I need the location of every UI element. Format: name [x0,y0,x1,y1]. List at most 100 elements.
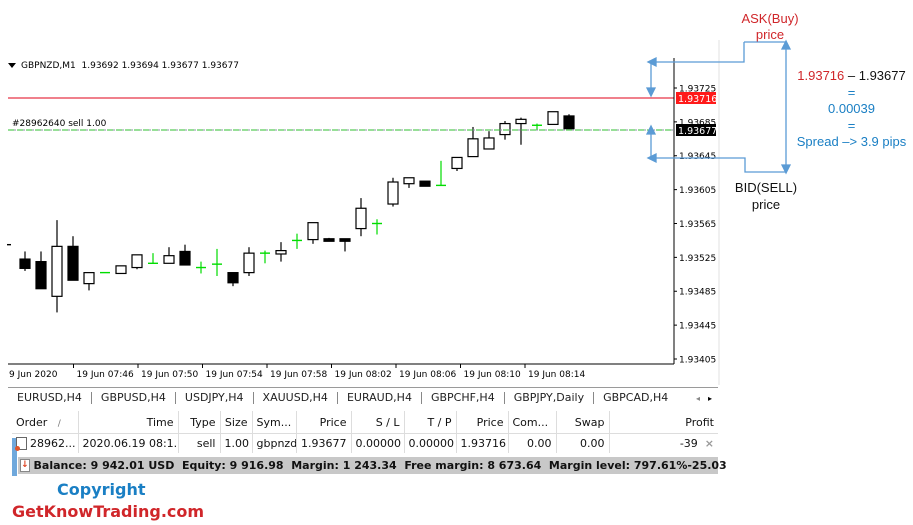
tab-scroll-right-icon[interactable]: ▸ [708,394,712,403]
candle-body-bull [355,207,367,230]
col-order[interactable]: Order / [12,411,79,434]
account-summary-text: Balance: 9 942.01 USD Equity: 9 916.98 M… [33,459,688,472]
spread-formula: 1.93716 – 1.93677 = 0.00039 = Spread –> … [790,68,913,149]
y-tick-label: 1.93645 [679,152,716,162]
candle [387,177,399,207]
col-type[interactable]: Type [178,411,221,434]
dropdown-triangle-icon[interactable] [8,63,16,68]
bid-title: BID(SELL) [734,180,798,195]
candle-body-bear [339,238,351,242]
col-symbol[interactable]: Sym... [252,411,297,434]
candle [131,254,143,270]
tab-scroll-left-icon[interactable]: ◂ [696,394,700,403]
y-tick-label: 1.93445 [679,322,716,332]
cell-size: 1.00 [220,433,253,453]
close-order-icon[interactable]: × [705,437,714,450]
x-tick-label: 19 Jun 07:50 [141,370,198,380]
col-swap[interactable]: Swap [556,411,610,434]
y-tick-label: 1.93485 [679,288,716,298]
chart-tabs: EURUSD,H4 GBPUSD,H4 USDJPY,H4 XAUUSD,H4 … [8,387,718,408]
cell-time: 2020.06.19 08:1... [78,433,179,453]
candle-body-bull [515,118,527,125]
candle-body-bull [51,245,63,297]
col-commission[interactable]: Com... [508,411,557,434]
candle [163,247,175,264]
candle [292,233,302,249]
candle-body-bear [35,261,47,290]
cell-type: sell [178,433,221,453]
candle-body-bull [131,254,143,269]
y-tick-label: 1.93565 [679,220,716,230]
cell-commission: 0.00 [508,433,557,453]
candle-body-bull [403,177,415,185]
candle [83,272,95,291]
col-tp[interactable]: T / P [404,411,457,434]
bid-arrow-head-left [646,152,657,164]
candle [515,117,527,145]
candle-body-bull [163,255,175,264]
candle-body-bear [323,238,335,242]
cell-swap: 0.00 [556,433,610,453]
x-tick-label: 9 Jun 2020 [9,370,58,380]
candle-body-bear [19,258,31,269]
chart-symbol: GBPNZD,M1 [21,61,76,71]
candle-body-bull [499,122,511,136]
tab-xauusd[interactable]: XAUUSD,H4 [254,392,338,404]
tab-gbpjpy[interactable]: GBPJPY,Daily [505,392,595,404]
col-sl[interactable]: S / L [351,411,405,434]
candle [19,251,31,271]
formula-equals-1: = [847,85,856,100]
tab-gbpchf[interactable]: GBPCHF,H4 [422,392,505,404]
candle [372,219,382,235]
candle [403,177,415,188]
candle [67,236,79,281]
formula-difference: 0.00039 [828,101,875,116]
candle [227,272,239,287]
col-size[interactable]: Size [220,411,253,434]
candle [467,126,479,158]
ask-arrow-line [652,42,745,63]
candle [243,247,255,277]
ask-arrow-head-down [645,87,657,98]
cell-tp[interactable]: 0.00000 [404,433,457,453]
col-time[interactable]: Time [78,411,179,434]
candle-body-bear [179,250,191,266]
tab-usdjpy[interactable]: USDJPY,H4 [176,392,254,404]
col-open-price[interactable]: Price [296,411,352,434]
candle [547,111,559,126]
cell-sl[interactable]: 0.00000 [351,433,405,453]
x-tick-label: 19 Jun 07:54 [206,370,263,380]
candle [419,180,431,187]
cell-current-price: 1.93716 [456,433,509,453]
bid-price-badge-text: 1.93677 [678,126,717,137]
candle [260,250,270,264]
x-axis: 9 Jun 2020 19 Jun 07:46 19 Jun 07:50 19 Jun… [9,364,585,380]
col-current-price[interactable]: Price [456,411,509,434]
col-profit[interactable]: Profit [609,411,718,434]
candle [212,248,222,277]
account-summary-bar: ↓ Balance: 9 942.01 USD Equity: 9 916.98… [18,457,727,474]
ask-price-badge-text: 1.93716 [678,94,717,105]
x-tick-label: 19 Jun 07:58 [270,370,327,380]
sort-indicator-icon: / [57,418,61,429]
site-watermark: GetKnowTrading.com [12,502,205,521]
y-tick-label: 1.93525 [679,254,716,264]
tab-gbpusd[interactable]: GBPUSD,H4 [92,392,176,404]
candle-body-bull [275,249,287,255]
order-doc-icon [15,437,27,452]
tab-eurusd[interactable]: EURUSD,H4 [8,392,92,404]
candle [451,156,463,171]
candles-group [7,111,575,313]
y-tick-label: 1.93405 [679,355,716,365]
candle-body-bull [467,138,479,158]
down-arrow-icon: ↓ [20,459,30,472]
bid-annotation: BID(SELL) price [726,180,806,212]
candle [339,238,351,252]
tab-gbpcad[interactable]: GBPCAD,H4 [594,392,677,404]
x-tick-label: 19 Jun 08:10 [464,370,521,380]
cell-open-price: 1.93677 [296,433,352,453]
formula-minus: – [844,68,859,83]
candle [51,220,63,313]
table-row[interactable]: 28962... 2020.06.19 08:1... sell 1.00 gb… [12,433,718,453]
tab-euraud[interactable]: EURAUD,H4 [338,392,422,404]
